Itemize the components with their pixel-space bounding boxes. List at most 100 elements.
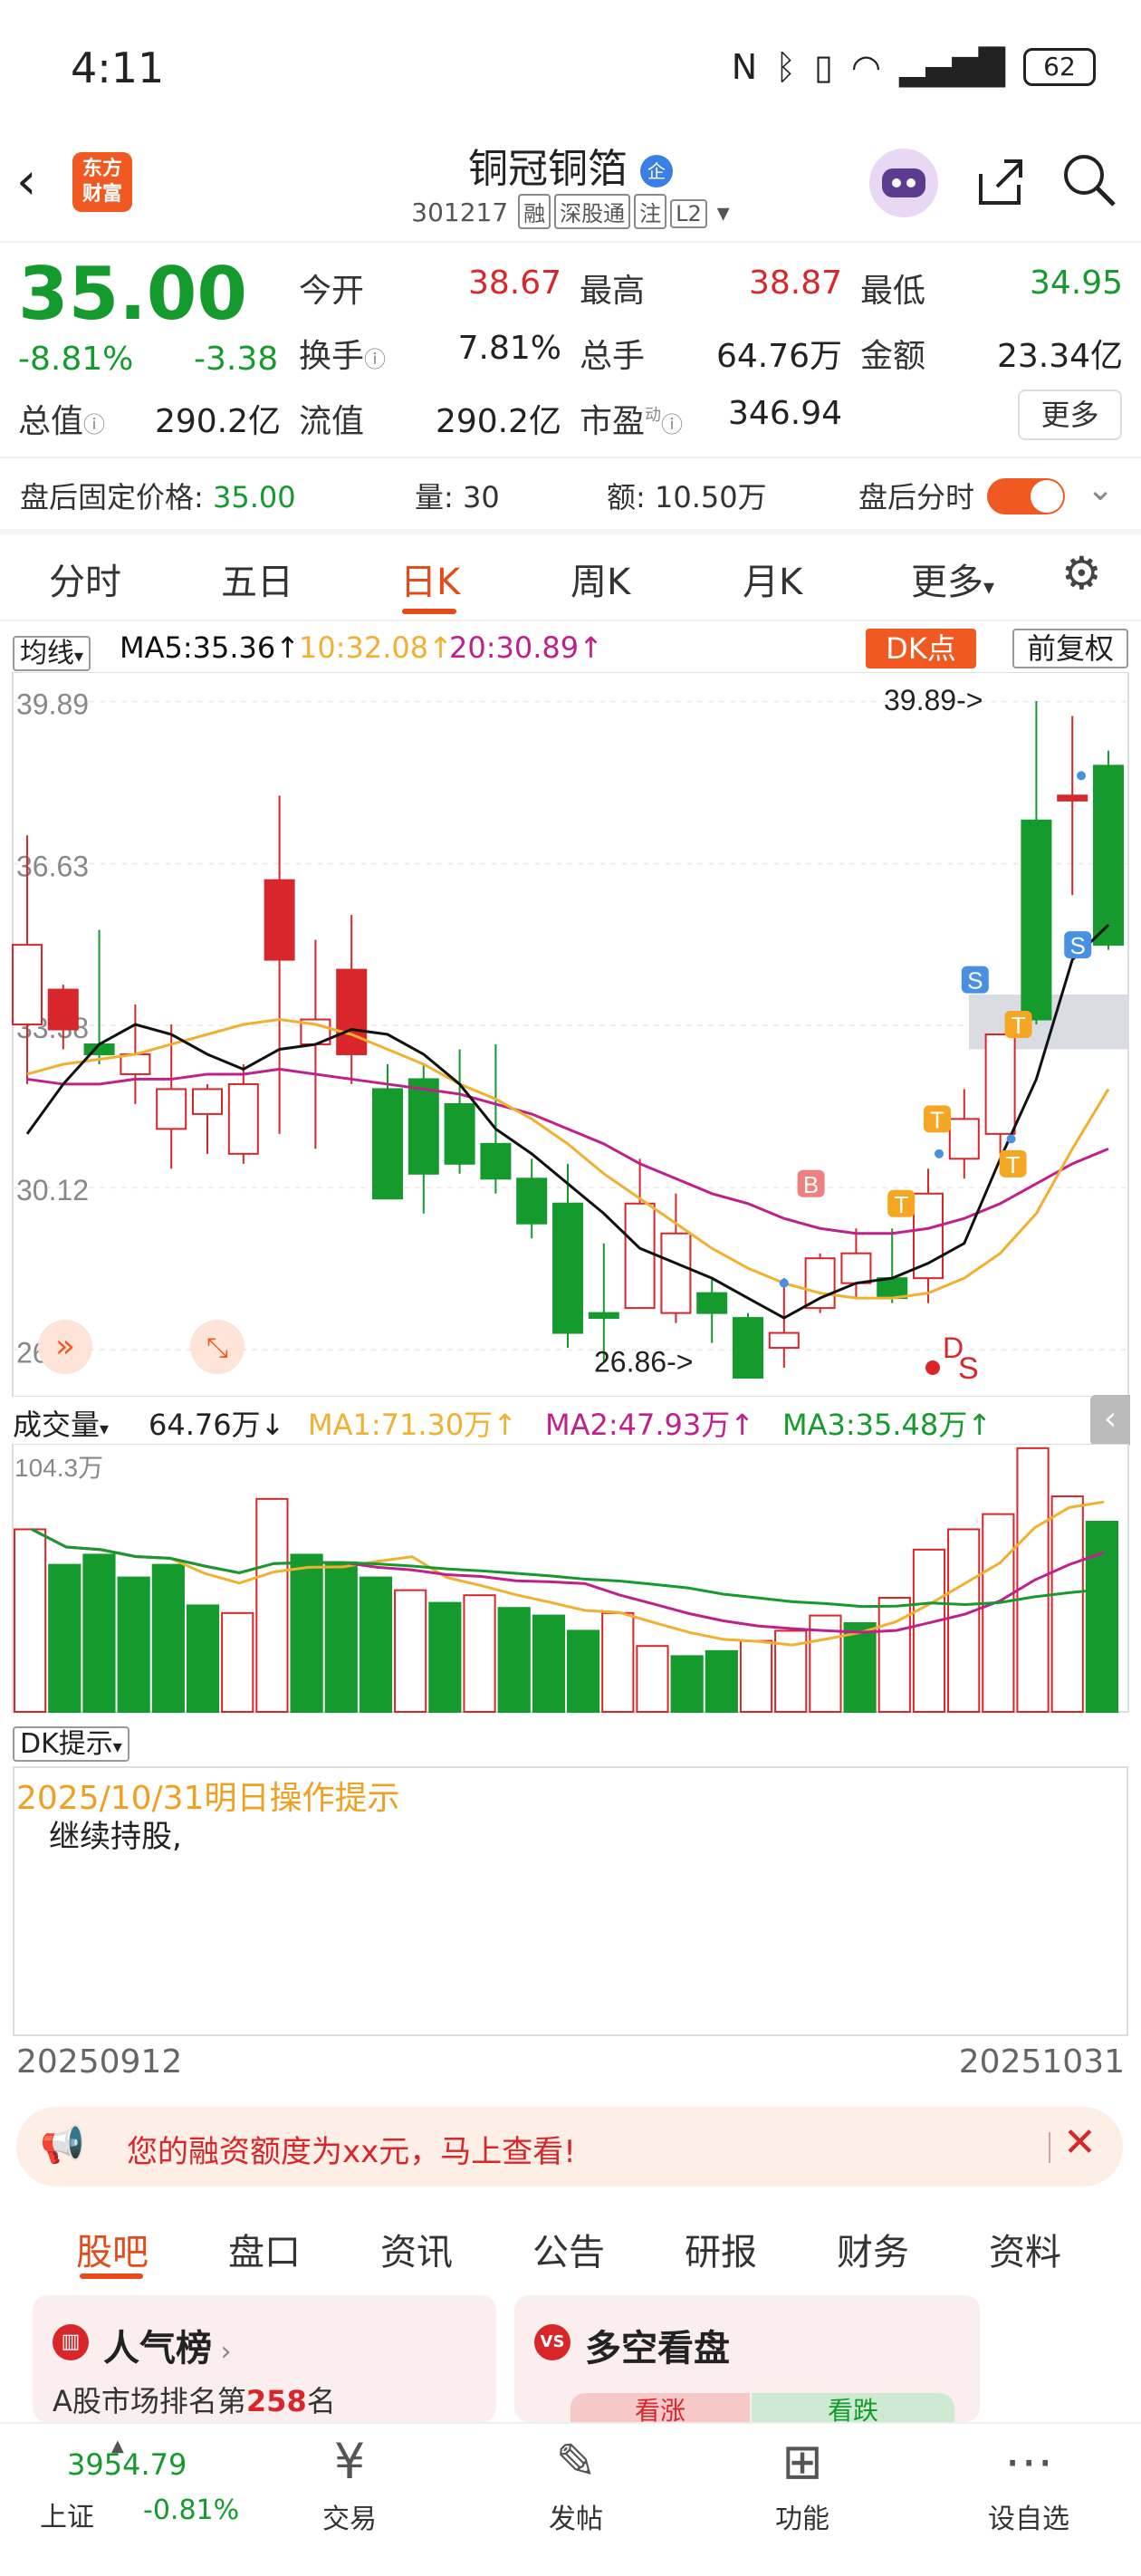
ma-selector[interactable]: 均线▾: [13, 630, 91, 671]
share-icon[interactable]: [973, 154, 1028, 208]
signal-t: T: [1012, 1012, 1026, 1039]
candle-body: [877, 1277, 908, 1300]
functions-grid-icon[interactable]: ⊞: [730, 2433, 875, 2490]
forward-adjust-button[interactable]: 前复权: [1012, 629, 1128, 668]
signal-sell: S: [1070, 932, 1086, 959]
index-name[interactable]: 上证: [40, 2494, 94, 2534]
bearish-button[interactable]: 看跌: [752, 2393, 954, 2422]
volume-bar: [497, 1607, 531, 1714]
caret-up-icon: ▲: [111, 2437, 124, 2456]
tab-monthly-k[interactable]: 月K: [743, 553, 802, 605]
volume-bar: [1050, 1495, 1084, 1714]
tab-five-day[interactable]: 五日: [221, 553, 293, 605]
tab-research[interactable]: 研报: [685, 2223, 757, 2275]
tag-connect: 深股通: [554, 194, 631, 229]
tab-financials[interactable]: 财务: [837, 2223, 909, 2275]
candle-body: [1093, 764, 1124, 947]
candle-body: [733, 1317, 763, 1379]
tag-margin: 融: [518, 194, 551, 229]
volume-bar: [532, 1614, 565, 1714]
signal-t: T: [930, 1106, 944, 1133]
after-hours-toggle[interactable]: [987, 478, 1065, 514]
post-edit-icon[interactable]: ✎: [503, 2433, 648, 2490]
volume-bar: [739, 1639, 773, 1713]
volume-bar: [601, 1611, 635, 1713]
tab-news[interactable]: 资讯: [380, 2223, 453, 2275]
tab-profile[interactable]: 资料: [989, 2223, 1061, 2275]
dk-point-button[interactable]: DK点: [866, 629, 976, 668]
stock-code-line[interactable]: 301217 融深股通注 L2 ▾: [0, 194, 1141, 229]
signal-t: T: [1006, 1151, 1021, 1178]
nav-add-watchlist[interactable]: 设自选: [956, 2496, 1101, 2536]
banner-divider: [1049, 2132, 1050, 2163]
high-marker: 39.89->: [884, 684, 983, 716]
signal-t: T: [894, 1191, 908, 1218]
volume-bar: [221, 1611, 254, 1713]
close-icon[interactable]: ✕: [1063, 2119, 1097, 2166]
candle-body: [408, 1078, 439, 1175]
info-icon[interactable]: ⓘ: [83, 412, 105, 437]
dk-hint-selector[interactable]: DK提示▾: [13, 1721, 129, 1762]
bullish-button[interactable]: 看涨: [570, 2393, 750, 2422]
info-icon[interactable]: ⓘ: [661, 412, 683, 437]
settings-gear-icon[interactable]: ⚙: [1061, 547, 1102, 600]
search-icon[interactable]: [1060, 150, 1117, 208]
volume-bar: [947, 1528, 981, 1713]
volume-bar: [359, 1576, 393, 1713]
tab-order-book[interactable]: 盘口: [228, 2223, 301, 2275]
quote-value-float-value: 290.2亿: [435, 403, 561, 440]
tab-daily-k[interactable]: 日K: [400, 553, 460, 605]
info-icon[interactable]: ⓘ: [364, 347, 386, 372]
candle-body: [47, 988, 79, 1031]
candle-body: [516, 1177, 548, 1225]
last-price: 35.00: [18, 252, 248, 336]
collapse-panel-icon[interactable]: ‹: [1090, 1395, 1130, 1446]
volume-bar: [186, 1604, 220, 1713]
quote-label-low: 最低: [860, 273, 926, 310]
popularity-title: 人气榜 ›: [103, 2328, 232, 2369]
megaphone-icon: 📢: [40, 2124, 85, 2166]
tab-intraday[interactable]: 分时: [49, 553, 121, 605]
candle-body: [156, 1088, 187, 1130]
forum-tab-underline: [80, 2273, 143, 2279]
tab-forum[interactable]: 股吧: [76, 2223, 149, 2275]
stock-title: 铜冠铜箔 企: [0, 136, 1141, 194]
volume-selector[interactable]: 成交量▾: [13, 1402, 109, 1444]
ma20-value: 20:30.89↑: [449, 630, 603, 665]
tab-more[interactable]: 更多▾: [911, 553, 994, 605]
more-quote-button[interactable]: 更多: [1018, 389, 1122, 440]
candle-body: [552, 1202, 583, 1334]
assistant-robot-icon[interactable]: [869, 149, 938, 217]
index-change[interactable]: -0.81%: [143, 2494, 239, 2526]
tab-announcements[interactable]: 公告: [532, 2223, 605, 2275]
tab-weekly-k[interactable]: 周K: [570, 553, 630, 605]
quote-value-high: 38.87: [748, 264, 842, 302]
banner-text[interactable]: 您的融资额度为xx元，马上查看!: [127, 2127, 576, 2171]
bull-bear-title: 多空看盘: [585, 2328, 730, 2369]
date-range-start: 20250912: [16, 2043, 183, 2081]
quote-value-open: 38.67: [467, 264, 561, 302]
volume-bar: [428, 1601, 462, 1713]
quote-label-turnover: 换手ⓘ: [299, 338, 387, 375]
ranking-icon: ▥: [53, 2324, 89, 2360]
share-svg: [979, 159, 1022, 205]
status-time: 4:11: [71, 43, 165, 92]
signal-s: S: [958, 1351, 979, 1386]
candle-body: [444, 1102, 475, 1165]
index-value[interactable]: 3954.79: [67, 2447, 187, 2482]
watchlist-more-icon[interactable]: ⋯: [956, 2433, 1101, 2490]
fullscreen-icon: ⤡: [206, 1332, 228, 1364]
trade-icon[interactable]: ¥: [277, 2433, 422, 2490]
candlestick-chart[interactable]: 39.8936.6333.3830.1226.8639.89->26.86->B…: [0, 672, 1141, 1397]
nav-functions[interactable]: 功能: [730, 2496, 875, 2536]
nav-trade[interactable]: 交易: [277, 2496, 422, 2536]
candle-body: [264, 879, 295, 961]
signal-dot: [779, 1278, 789, 1288]
bluetooth-icon: ᛒ: [775, 47, 796, 87]
volume-bar: [636, 1645, 669, 1714]
chevron-down-icon[interactable]: ⌄: [1087, 471, 1114, 508]
quote-label-pe: 市盈动ⓘ: [580, 403, 684, 440]
vibrate-icon: ▯: [814, 47, 833, 87]
volume-bar: [705, 1649, 738, 1713]
nav-post[interactable]: 发帖: [503, 2496, 648, 2536]
